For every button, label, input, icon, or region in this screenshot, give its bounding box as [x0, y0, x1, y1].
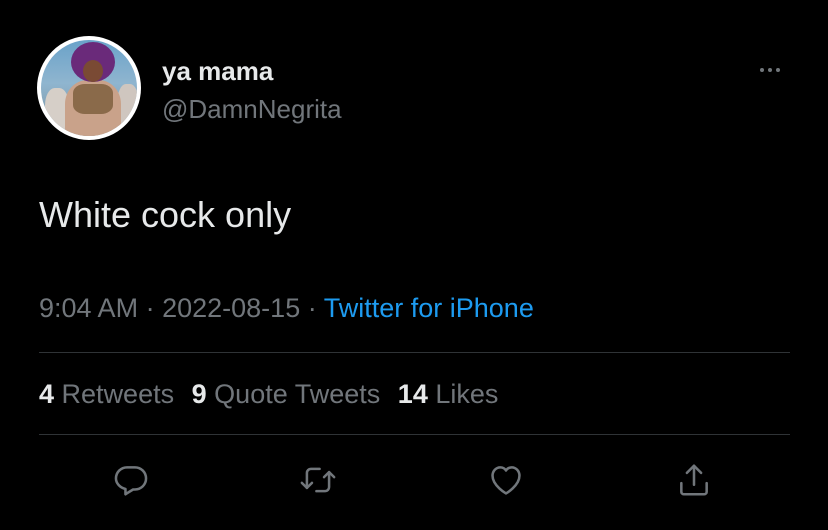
retweet-button[interactable]	[296, 458, 340, 502]
more-options-button[interactable]	[752, 58, 788, 82]
retweets-count: 4	[39, 379, 55, 409]
likes-label: Likes	[435, 379, 499, 409]
display-name[interactable]: ya mama	[162, 56, 273, 86]
retweets-label: Retweets	[61, 379, 175, 409]
tweet-time[interactable]: 9:04 AM	[39, 293, 138, 323]
share-button[interactable]	[672, 458, 716, 502]
likes-stat[interactable]: 14 Likes	[398, 378, 499, 410]
meta-separator: ·	[145, 293, 155, 323]
share-icon	[680, 464, 708, 496]
avatar[interactable]	[37, 36, 141, 140]
divider	[39, 352, 790, 353]
tweet-detail: ya mama @DamnNegrita White cock only 9:0…	[0, 0, 828, 530]
tweet-meta: 9:04 AM · 2022-08-15 · Twitter for iPhon…	[39, 292, 534, 324]
like-button[interactable]	[484, 458, 528, 502]
heart-icon	[491, 466, 521, 495]
tweet-actions	[0, 458, 828, 502]
likes-count: 14	[397, 379, 428, 409]
divider	[39, 434, 790, 435]
more-horizontal-icon	[760, 68, 780, 72]
tweet-stats: 4 Retweets 9 Quote Tweets 14 Likes	[39, 378, 508, 410]
meta-separator: ·	[307, 293, 317, 323]
tweet-text: White cock only	[39, 194, 292, 235]
user-handle[interactable]: @DamnNegrita	[162, 94, 342, 124]
retweet-icon	[300, 467, 336, 493]
quote-tweets-stat[interactable]: 9 Quote Tweets	[192, 378, 381, 410]
reply-button[interactable]	[109, 458, 153, 502]
quote-tweets-count: 9	[191, 379, 207, 409]
quote-tweets-label: Quote Tweets	[214, 379, 381, 409]
avatar-image	[41, 40, 137, 136]
retweets-stat[interactable]: 4 Retweets	[39, 378, 174, 410]
tweet-date[interactable]: 2022-08-15	[162, 293, 300, 323]
reply-icon	[114, 466, 148, 496]
tweet-source-link[interactable]: Twitter for iPhone	[324, 293, 534, 323]
